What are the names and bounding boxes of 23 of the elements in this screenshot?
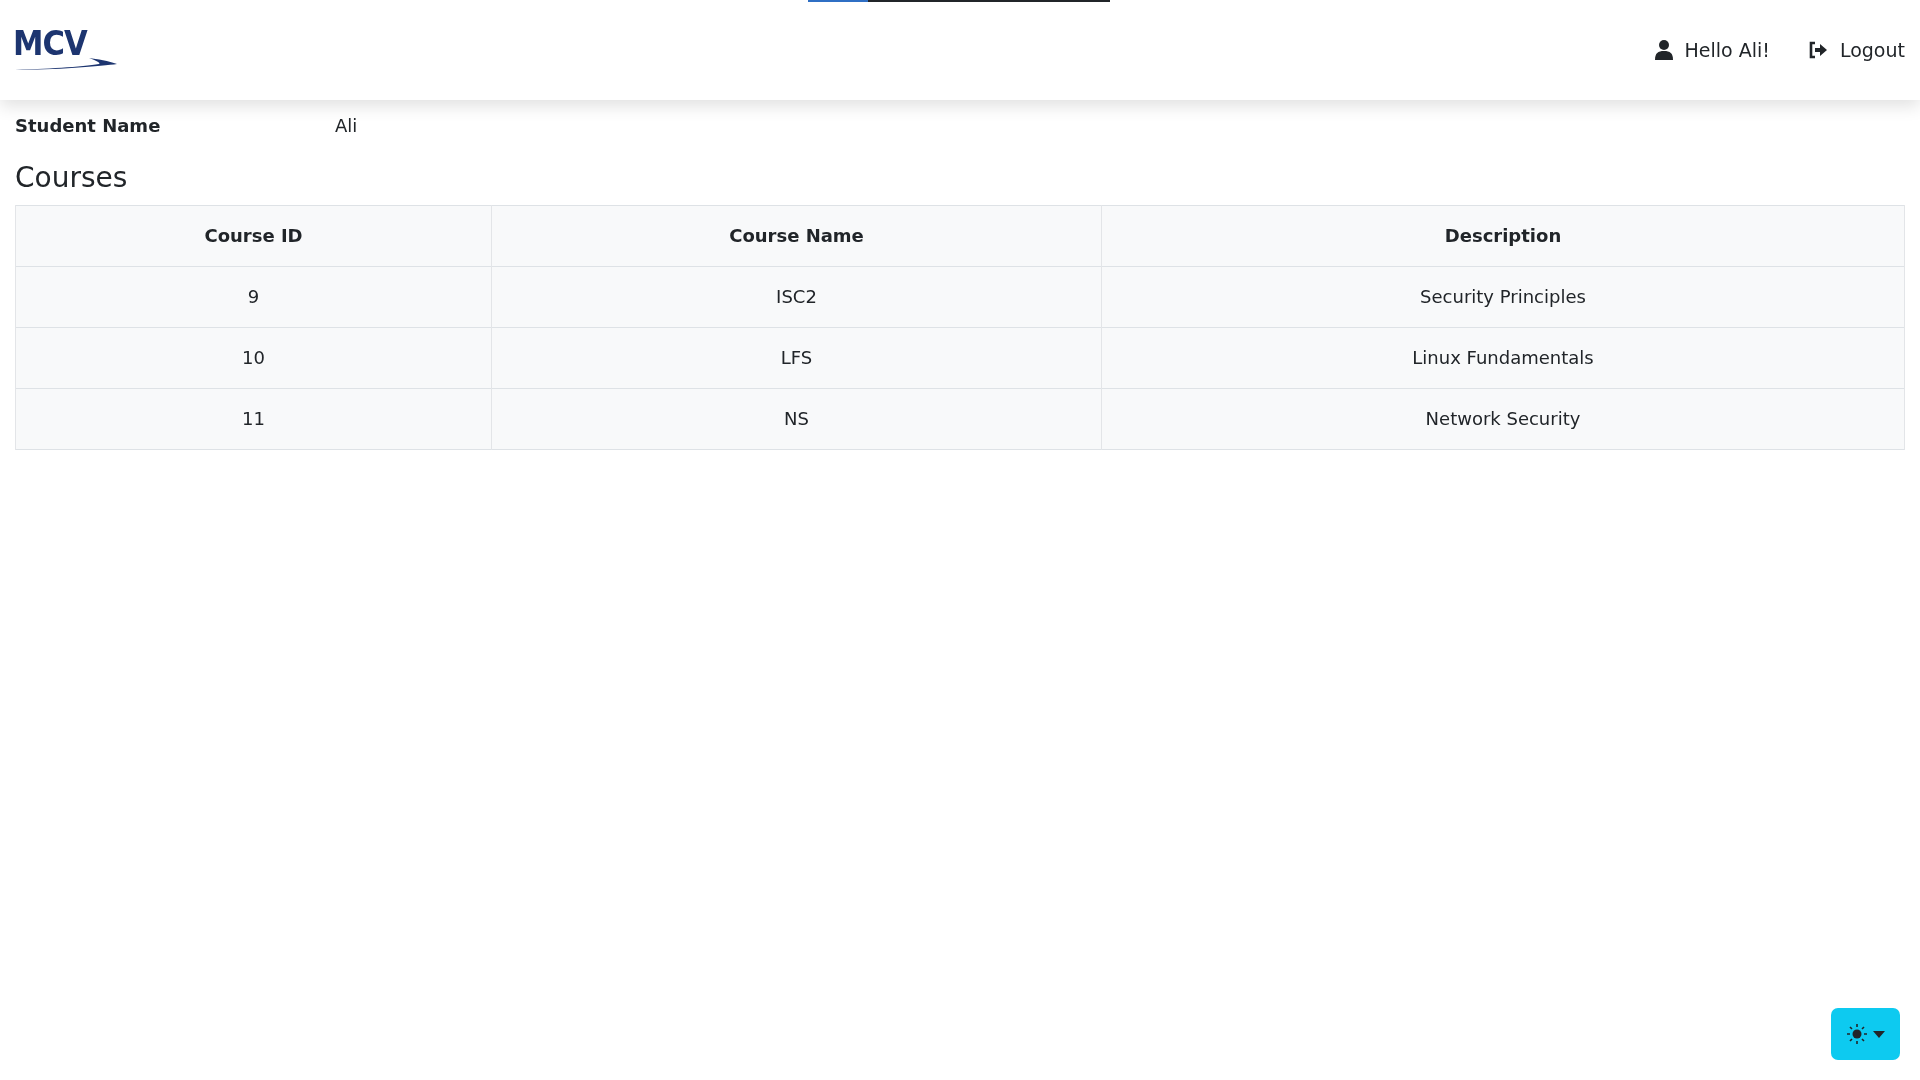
- student-name-value: Ali: [335, 114, 358, 138]
- student-name-label: Student Name: [15, 114, 162, 138]
- theme-toggle-button[interactable]: [1831, 1008, 1900, 1060]
- table-cell: 9: [15, 266, 492, 328]
- user-greeting-link[interactable]: Hello Ali!: [1654, 35, 1770, 65]
- user-icon: [1654, 40, 1673, 60]
- table-cell: LFS: [491, 327, 1102, 389]
- logout-link[interactable]: Logout: [1807, 35, 1905, 65]
- column-header: Course Name: [491, 205, 1102, 267]
- table-cell: Linux Fundamentals: [1101, 327, 1905, 389]
- table-cell: Security Principles: [1101, 266, 1905, 328]
- caret-icon: [1872, 1030, 1885, 1038]
- brand-logo[interactable]: MCV: [13, 28, 123, 72]
- table-cell: Network Security: [1101, 388, 1905, 450]
- table-cell: NS: [491, 388, 1102, 450]
- logout-icon: [1807, 41, 1828, 59]
- column-header: Description: [1101, 205, 1905, 267]
- courses-heading: Courses: [15, 161, 129, 195]
- table-cell: ISC2: [491, 266, 1102, 328]
- table-cell: 10: [15, 327, 492, 389]
- table-cell: 11: [15, 388, 492, 450]
- column-header: Course ID: [15, 205, 492, 267]
- sun-icon: [1846, 1024, 1867, 1044]
